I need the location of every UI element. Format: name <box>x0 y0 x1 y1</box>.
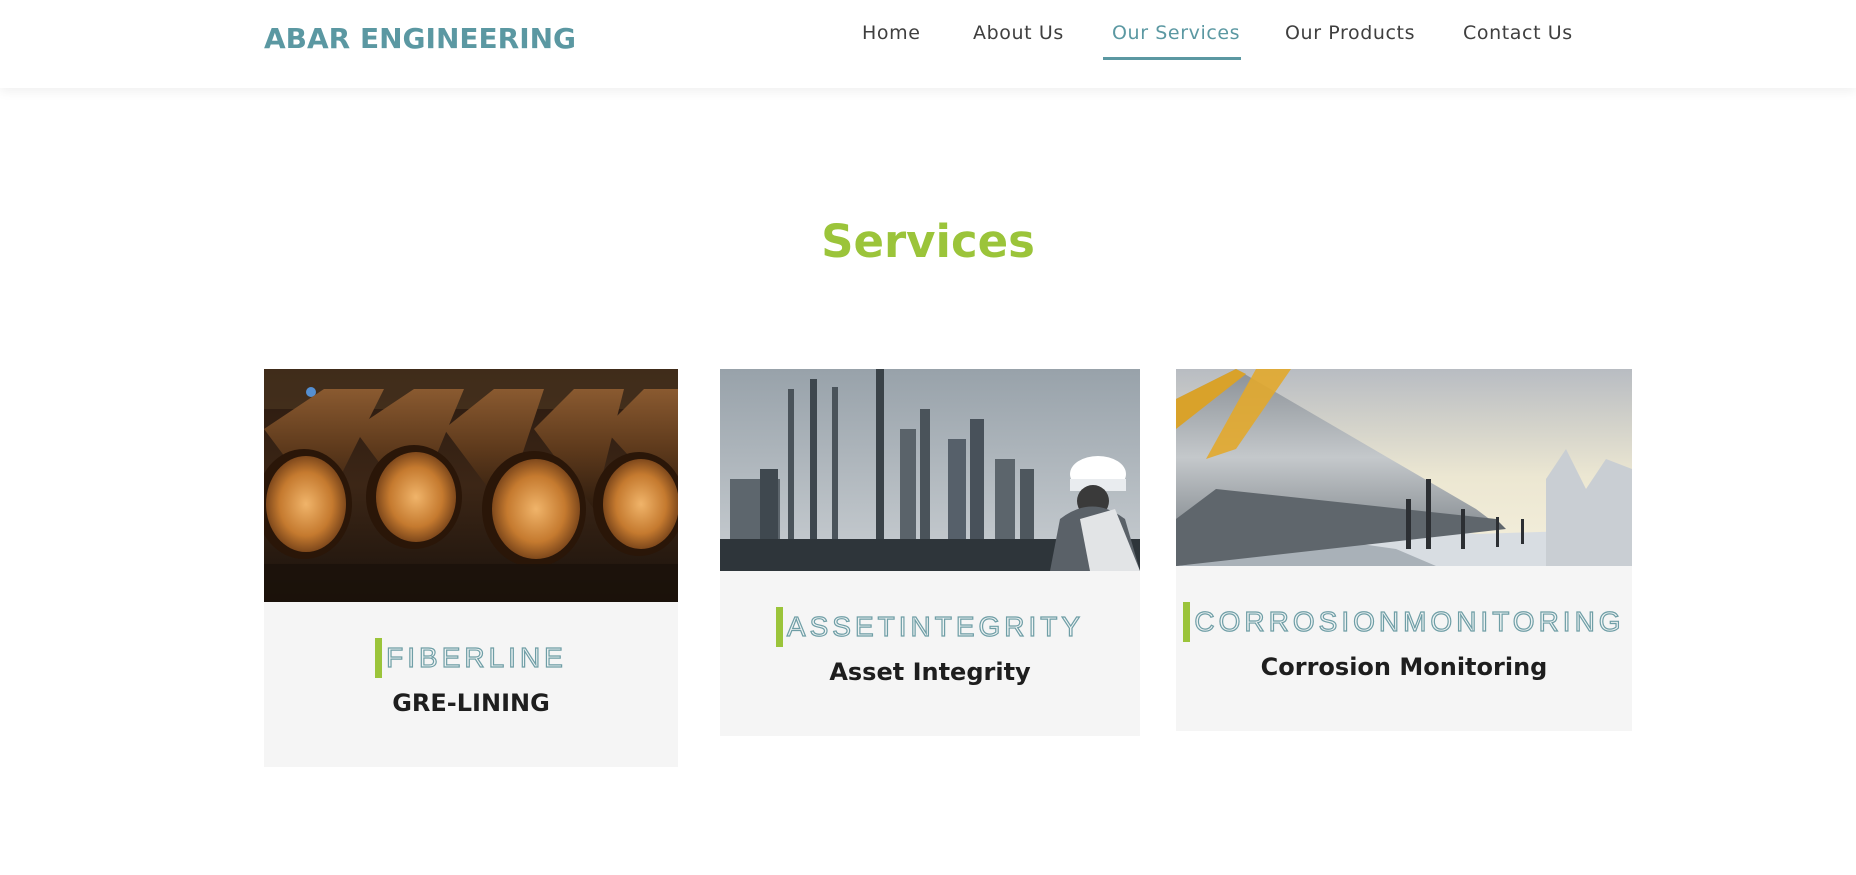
active-nav-indicator <box>1103 57 1241 60</box>
site-header: ABAR ENGINEERING Home About Us Our Servi… <box>0 0 1856 88</box>
stacked-steel-pipes-photo <box>264 369 678 602</box>
refinery-engineer-image <box>720 369 1140 571</box>
service-tag-text: ASSETINTEGRITY <box>786 610 1085 642</box>
service-tag: ASSETINTEGRITY <box>720 607 1140 647</box>
tag-accent-bar <box>375 638 383 678</box>
nav-our-services[interactable]: Our Services <box>1112 22 1240 58</box>
service-title[interactable]: Asset Integrity <box>720 658 1140 686</box>
service-tag-text: FIBERLINE <box>386 641 567 673</box>
nav-our-products[interactable]: Our Products <box>1285 22 1415 58</box>
service-tag: FIBERLINE <box>264 638 678 678</box>
service-card-corrosion-monitoring[interactable]: CORROSIONMONITORING Corrosion Monitoring <box>1176 369 1632 731</box>
nav-home[interactable]: Home <box>862 22 921 58</box>
service-card-asset-integrity[interactable]: ASSETINTEGRITY Asset Integrity <box>720 369 1140 736</box>
service-title[interactable]: GRE-LINING <box>264 689 678 717</box>
nav-contact-us[interactable]: Contact Us <box>1463 22 1573 58</box>
service-tag-text: CORROSIONMONITORING <box>1194 605 1625 637</box>
service-title[interactable]: Corrosion Monitoring <box>1176 653 1632 681</box>
service-card-fiberline[interactable]: FIBERLINE GRE-LINING <box>264 369 678 767</box>
service-tag: CORROSIONMONITORING <box>1176 602 1632 642</box>
snowy-pipeline-image <box>1176 369 1632 566</box>
stacked-steel-pipes-image <box>264 369 678 602</box>
refinery-engineer-photo <box>720 369 1140 571</box>
page-title: Services <box>821 215 1035 268</box>
nav-about-us[interactable]: About Us <box>973 22 1064 58</box>
tag-accent-bar <box>1183 602 1191 642</box>
site-logo[interactable]: ABAR ENGINEERING <box>264 22 576 55</box>
tag-accent-bar <box>775 607 783 647</box>
snowy-pipeline-photo <box>1176 369 1632 566</box>
